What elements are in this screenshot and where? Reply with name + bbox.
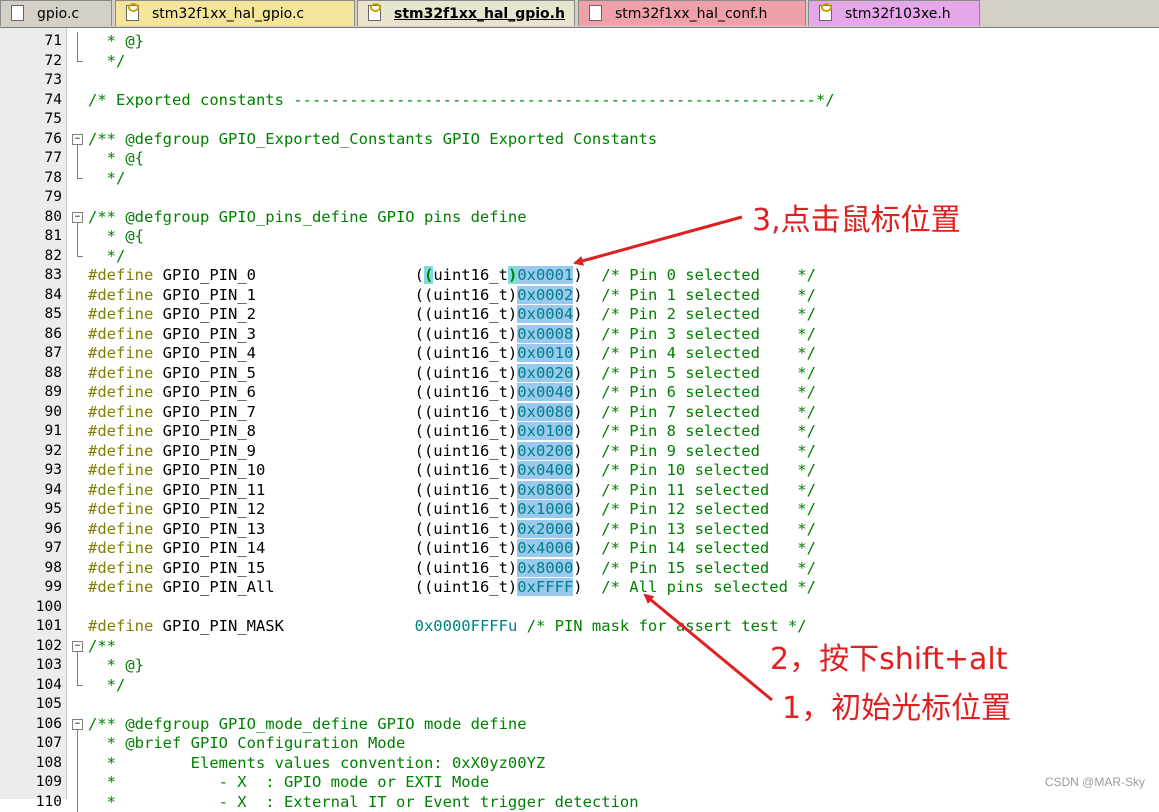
watermark: CSDN @MAR-Sky bbox=[1045, 775, 1145, 789]
arrow-to-click-position bbox=[575, 217, 742, 263]
annotation-arrows bbox=[0, 0, 1159, 799]
arrow-to-initial-cursor bbox=[645, 595, 772, 700]
annotation-step-2: 2，按下shift+alt bbox=[770, 634, 1007, 678]
annotation-step-1: 1，初始光标位置 bbox=[782, 683, 1011, 727]
annotation-step-3: 3,点击鼠标位置 bbox=[752, 195, 961, 239]
